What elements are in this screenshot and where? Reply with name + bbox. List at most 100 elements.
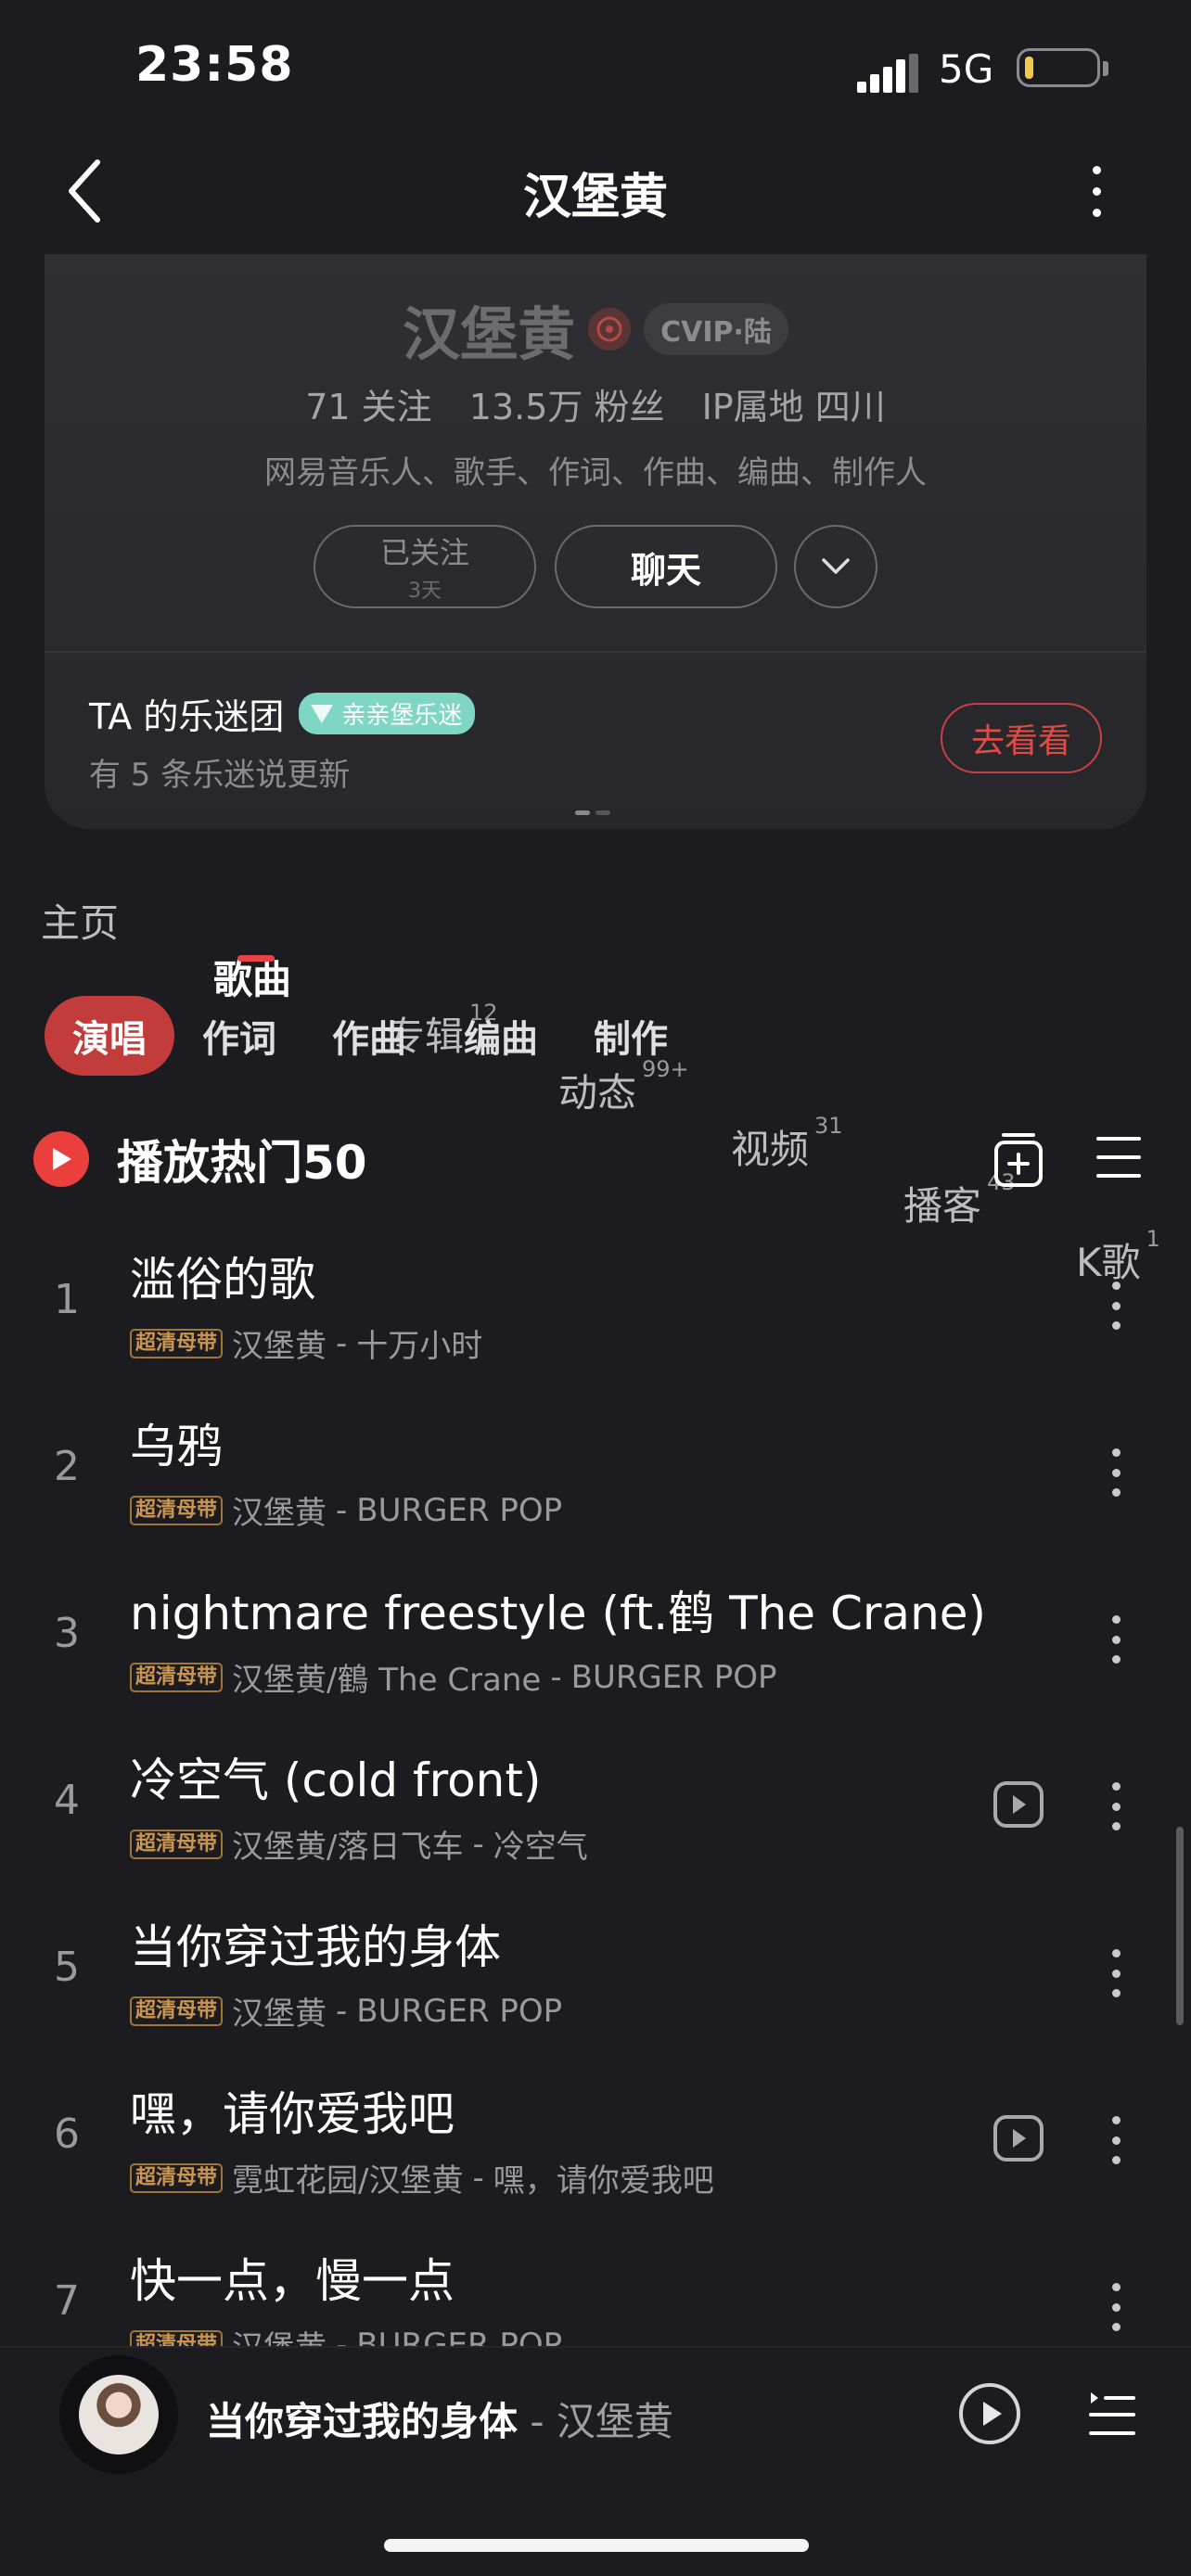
song-subtitle: 超清母带 汉堡黄/落日飞车 - 冷空气: [130, 1821, 588, 1867]
chevron-down-icon: [822, 558, 850, 574]
song-more-button[interactable]: [1109, 1448, 1122, 1497]
song-subtitle: 超清母带 汉堡黄/鶴 The Crane - BURGER POP: [130, 1654, 777, 1700]
followed-label: 已关注: [379, 535, 469, 570]
filter-chip-sing[interactable]: 演唱: [45, 996, 174, 1076]
song-row[interactable]: 3 nightmare freestyle (ft.鹤 The Crane) 超…: [0, 1552, 1191, 1719]
filter-chip-lyrics[interactable]: 作词: [191, 996, 288, 1076]
song-subtitle: 超清母带汉堡黄-BURGER POP: [130, 1988, 562, 2034]
now-playing-text[interactable]: 当你穿过我的身体 - 汉堡黄: [206, 2391, 673, 2447]
hq-badge: 超清母带: [130, 2162, 224, 2193]
hq-badge: 超清母带: [130, 1328, 224, 1358]
tab-posts-label: 动态: [558, 1070, 637, 1116]
song-title: 冷空气 (cold front): [130, 1753, 542, 1807]
vip-badge[interactable]: CVIP·陆: [644, 303, 788, 355]
followed-button[interactable]: 已关注 3天: [314, 525, 536, 608]
artist-stats: 71 关注 13.5万 粉丝 IP属地 四川: [0, 378, 1191, 429]
follows-count[interactable]: 71 关注: [305, 387, 431, 427]
fan-badge-icon: [311, 704, 334, 723]
battery-tip: [1103, 61, 1108, 76]
song-row[interactable]: 2 乌鸦 超清母带 汉堡黄 - BURGER POP: [0, 1385, 1191, 1552]
song-row[interactable]: 6 嘿，请你爱我吧 超清母带 霓虹花园/汉堡黄 - 嘿，请你爱我吧: [0, 2053, 1191, 2220]
verified-musician-icon: [588, 308, 632, 351]
song-rank: 5: [54, 1944, 80, 1991]
more-options-button[interactable]: [1076, 154, 1117, 228]
fan-group-subtitle: 有 5 条乐迷说更新: [89, 757, 351, 794]
fan-group-title: TA 的乐迷团: [89, 696, 285, 737]
card-divider: [45, 651, 1146, 653]
hq-badge: 超清母带: [130, 1996, 224, 2026]
song-album: BURGER POP: [356, 1491, 563, 1529]
song-subtitle: 超清母带汉堡黄-BURGER POP: [130, 1487, 562, 1533]
song-title: 滥俗的歌: [130, 1253, 315, 1307]
hq-badge: 超清母带: [130, 1495, 224, 1525]
play-icon: [53, 1148, 71, 1170]
now-playing-separator: -: [518, 2399, 557, 2444]
album-cover: [79, 2375, 159, 2455]
playlist-queue-icon[interactable]: [1087, 2387, 1137, 2441]
song-title: 快一点，慢一点: [130, 2254, 455, 2308]
followed-days: 3天: [408, 580, 442, 603]
tab-home-label: 主页: [41, 900, 120, 946]
song-more-button[interactable]: [1109, 2116, 1122, 2164]
section-title[interactable]: 播放热门50: [117, 1126, 367, 1192]
song-more-button[interactable]: [1109, 1949, 1122, 1997]
song-album: 冷空气: [493, 1829, 588, 1866]
status-time: 23:58: [135, 37, 294, 93]
song-title: nightmare freestyle (ft.鹤 The Crane): [130, 1587, 987, 1640]
song-artist: 汉堡黄/落日飞车: [232, 1829, 464, 1866]
play-pause-button[interactable]: [957, 2381, 1022, 2446]
song-rank: 6: [54, 2111, 80, 2158]
fans-count[interactable]: 13.5万 粉丝: [469, 387, 665, 427]
filter-chip-compose[interactable]: 作曲: [321, 996, 417, 1076]
song-row[interactable]: 1 滥俗的歌 超清母带 汉堡黄 - 十万小时: [0, 1218, 1191, 1385]
song-more-button[interactable]: [1109, 1615, 1122, 1664]
song-album: BURGER POP: [570, 1658, 777, 1696]
player-divider: [0, 2346, 1191, 2348]
battery-icon: [1017, 48, 1100, 87]
song-row[interactable]: 5 当你穿过我的身体 超清母带 汉堡黄 - BURGER POP: [0, 1886, 1191, 2053]
now-playing-artist: 汉堡黄: [556, 2399, 673, 2444]
fan-group-title-row: TA 的乐迷团 亲亲堡乐迷: [89, 688, 476, 739]
song-rank: 3: [54, 1610, 80, 1657]
view-fan-group-button[interactable]: 去看看: [941, 703, 1102, 773]
song-more-button[interactable]: [1109, 2283, 1122, 2331]
tab-home[interactable]: 主页: [41, 892, 1191, 949]
artist-header: 汉堡黄 CVIP·陆: [0, 287, 1191, 371]
expand-button[interactable]: [794, 525, 877, 608]
song-title: 嘿，请你爱我吧: [130, 2087, 455, 2141]
home-indicator: [384, 2539, 809, 2552]
filter-chip-produce[interactable]: 制作: [583, 996, 679, 1076]
album-art-disc[interactable]: [59, 2355, 178, 2474]
cellular-signal-icon: [857, 54, 918, 93]
song-subtitle: 超清母带 霓虹花园/汉堡黄 - 嘿，请你爱我吧: [130, 2155, 714, 2200]
song-row[interactable]: 4 冷空气 (cold front) 超清母带 汉堡黄/落日飞车 - 冷空气: [0, 1719, 1191, 1886]
music-video-icon[interactable]: [992, 2114, 1044, 2162]
song-album: 十万小时: [356, 1328, 483, 1365]
page-title: 汉堡黄: [522, 170, 668, 225]
song-rank: 7: [54, 2277, 80, 2325]
song-artist: 汉堡黄: [232, 1328, 327, 1365]
ip-location: IP属地 四川: [701, 387, 886, 427]
filter-chip-arrange[interactable]: 编曲: [453, 996, 549, 1076]
song-subtitle: 超清母带 汉堡黄 - 十万小时: [130, 1320, 482, 1366]
hq-badge: 超清母带: [130, 1662, 224, 1692]
tab-videos-label: 视频: [731, 1127, 810, 1172]
artist-roles: 网易音乐人、歌手、作词、作曲、编曲、制作人: [264, 454, 927, 491]
scrollbar[interactable]: [1176, 1827, 1184, 2025]
song-rank: 2: [54, 1443, 80, 1490]
song-more-button[interactable]: [1109, 1282, 1122, 1330]
now-playing-title: 当你穿过我的身体: [206, 2399, 519, 2444]
song-title: 乌鸦: [130, 1420, 223, 1473]
song-artist: 汉堡黄: [232, 1495, 327, 1532]
active-tab-indicator: [237, 955, 275, 962]
song-artist: 汉堡黄/鶴 The Crane: [232, 1662, 542, 1699]
song-artist: 霓虹花园/汉堡黄: [232, 2162, 464, 2200]
list-menu-icon[interactable]: [1095, 1133, 1143, 1181]
song-rank: 1: [54, 1276, 80, 1323]
play-all-button[interactable]: [33, 1131, 89, 1187]
song-more-button[interactable]: [1109, 1782, 1122, 1830]
chat-button[interactable]: 聊天: [555, 525, 777, 608]
page-indicator: [575, 810, 610, 815]
add-to-playlist-icon[interactable]: [992, 1129, 1044, 1189]
music-video-icon[interactable]: [992, 1780, 1044, 1829]
